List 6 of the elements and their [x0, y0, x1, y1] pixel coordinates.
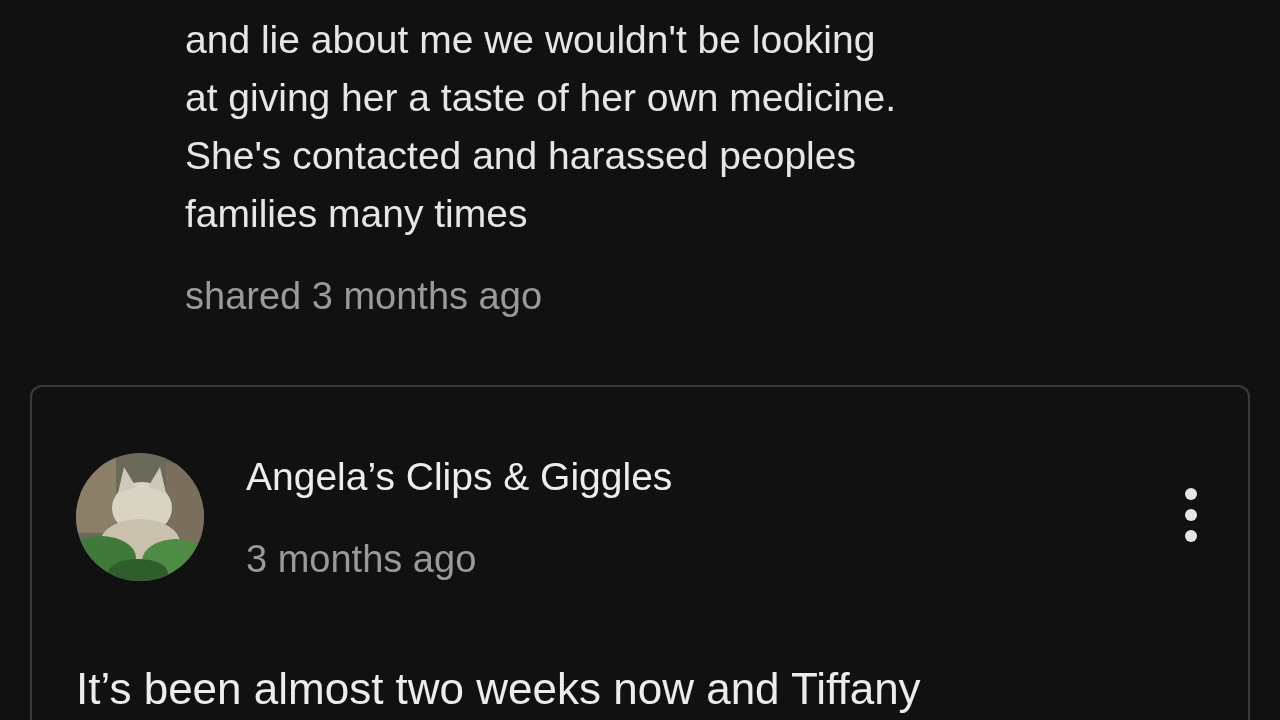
- more-options-icon[interactable]: [1184, 487, 1198, 543]
- shared-time: shared 3 months ago: [185, 274, 542, 319]
- comment-time: 3 months ago: [246, 537, 477, 582]
- post-text: and lie about me we wouldn't be looking at giving her a taste of her own medicine. She's contacted and harassed peoples families many times: [185, 17, 897, 237]
- author-name[interactable]: Angela’s Clips & Giggles: [246, 453, 673, 501]
- comment-text: It’s been almost two weeks now and Tiffany: [76, 663, 921, 715]
